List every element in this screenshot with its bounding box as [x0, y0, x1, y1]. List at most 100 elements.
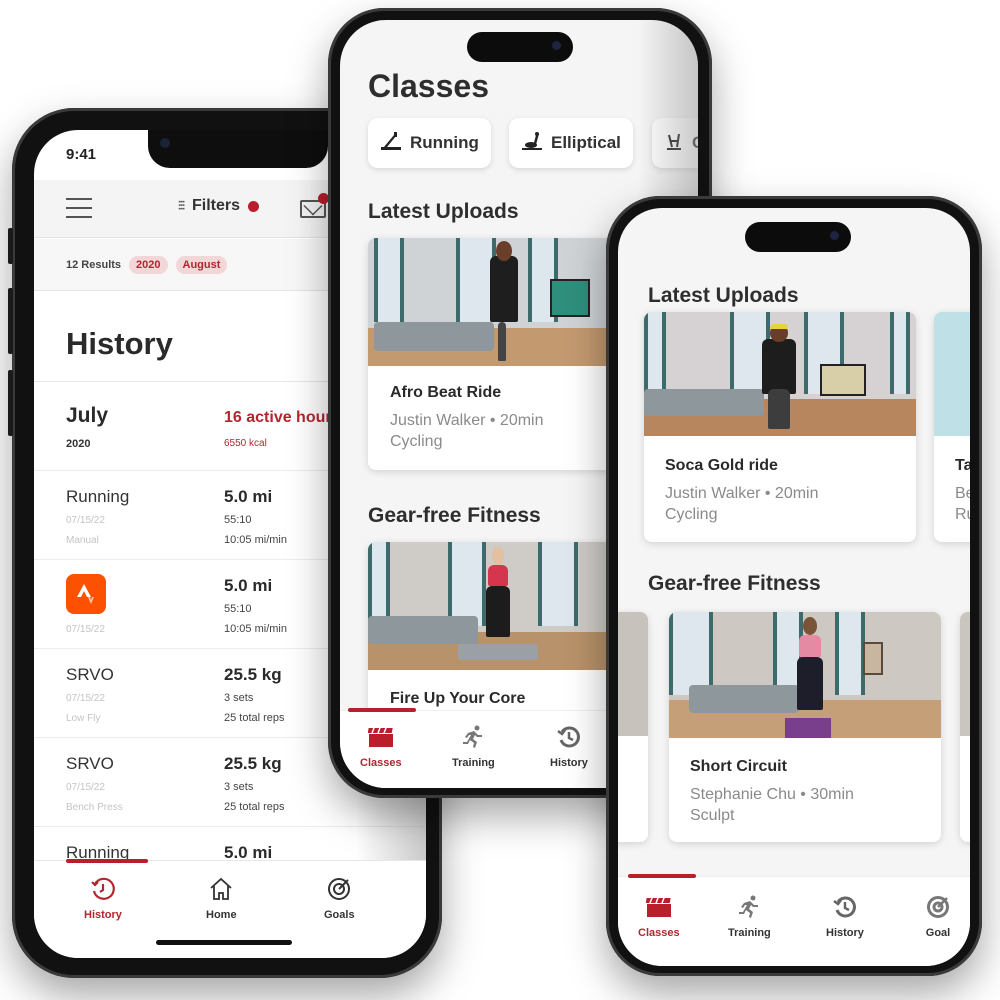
month-name: July: [66, 404, 109, 427]
class-card[interactable]: Soca Gold ride Justin Walker • 20min Cyc…: [644, 312, 916, 542]
activity-date: 07/15/22: [66, 515, 105, 526]
tab-label: History: [550, 757, 588, 769]
camera: [160, 138, 170, 148]
class-category: Ru: [955, 506, 970, 523]
class-category: Sculpt: [690, 807, 735, 824]
section-title: Latest Uploads: [368, 200, 519, 223]
class-card[interactable]: Ta Be Ru: [934, 312, 970, 542]
history-icon: [89, 875, 117, 903]
history-icon: [831, 893, 859, 921]
status-time: 9:41: [66, 146, 97, 163]
activity-note: Bench Press: [66, 802, 123, 813]
activity-pace: 10:05 mi/min: [224, 623, 287, 635]
activity-duration: 55:10: [224, 603, 252, 615]
tab-classes[interactable]: Classes: [638, 893, 680, 939]
class-thumbnail: [368, 542, 618, 670]
elliptical-icon: [521, 131, 543, 156]
activity-date: 07/15/22: [66, 782, 105, 793]
treadmill-icon: [380, 131, 402, 156]
class-thumbnail: [669, 612, 941, 738]
activity-name: SRVO: [66, 665, 114, 684]
activity-distance: 5.0 mi: [224, 487, 273, 506]
tab-training[interactable]: Training: [728, 893, 771, 939]
activity-name: SRVO: [66, 754, 114, 773]
category-label: Running: [410, 133, 479, 152]
volume-up-button: [8, 228, 13, 264]
class-title: Soca Gold ride: [665, 457, 778, 474]
class-thumbnail: [618, 612, 648, 736]
volume-down-button: [8, 288, 13, 354]
tab-history[interactable]: History: [826, 893, 864, 939]
class-category: Cycling: [390, 433, 443, 450]
dynamic-island: [745, 222, 851, 252]
filter-chip-year[interactable]: 2020: [129, 255, 168, 274]
target-icon: [924, 893, 952, 921]
kcal-total: 6550 kcal: [224, 438, 267, 449]
hamburger-icon[interactable]: [66, 198, 92, 218]
tab-label: Classes: [360, 757, 402, 769]
activity-distance: 5.0 mi: [224, 576, 273, 595]
activity-date: 07/15/22: [66, 624, 105, 635]
tab-label: Training: [728, 927, 771, 939]
history-icon: [555, 723, 583, 751]
tab-label: Goals: [324, 909, 355, 921]
class-meta: Be: [955, 485, 970, 502]
filters-button[interactable]: ⫶⫶⫶ Filters: [178, 197, 260, 215]
section-title: Gear-free Fitness: [648, 572, 821, 595]
tab-classes[interactable]: Classes: [360, 723, 402, 769]
class-card[interactable]: Afro Beat Ride Justin Walker • 20min Cyc…: [368, 238, 618, 470]
activity-date: 07/15/22: [66, 693, 105, 704]
tab-history[interactable]: History: [550, 723, 588, 769]
month-year: 2020: [66, 438, 91, 450]
activity-note: Low Fly: [66, 713, 101, 724]
filter-chip-month[interactable]: August: [175, 255, 228, 274]
tab-home[interactable]: Home: [206, 875, 237, 921]
activity-weight: 25.5 kg: [224, 665, 282, 684]
tab-goal[interactable]: Goal: [924, 893, 952, 939]
tab-training[interactable]: Training: [452, 723, 495, 769]
category-label: Elliptical: [551, 133, 621, 152]
dynamic-island: [467, 32, 573, 62]
classes-screen-secondary: Latest Uploads Soca Gold ride Justin Wal…: [618, 208, 970, 966]
activity-note: Manual: [66, 535, 99, 546]
category-cycling[interactable]: Cycling: [652, 118, 698, 168]
activity-name: Running: [66, 487, 130, 506]
category-running[interactable]: Running: [368, 118, 491, 168]
activity-weight: 25.5 kg: [224, 754, 282, 773]
notch: [148, 130, 328, 168]
strava-icon: [66, 574, 106, 614]
class-title: Afro Beat Ride: [390, 384, 502, 401]
class-card[interactable]: Short Circuit Stephanie Chu • 30min Scul…: [669, 612, 941, 842]
side-button: [8, 370, 13, 436]
clapperboard-icon: [645, 893, 673, 921]
section-title: Latest Uploads: [648, 284, 799, 307]
bottom-tab-bar: Classes Training History Goal: [618, 874, 970, 966]
filters-active-dot: [248, 200, 260, 212]
tab-label: Home: [206, 909, 237, 921]
activity-duration: 55:10: [224, 514, 252, 526]
tab-label: Goal: [925, 927, 951, 939]
bike-icon: [664, 131, 684, 156]
filters-label: Filters: [192, 197, 241, 214]
tab-label: Classes: [638, 927, 680, 939]
class-card[interactable]: [618, 612, 648, 842]
class-card[interactable]: [960, 612, 970, 842]
class-title: Fire Up Your Core: [390, 690, 526, 707]
classes-phone-secondary: Latest Uploads Soca Gold ride Justin Wal…: [606, 196, 982, 976]
results-count: 12 Results: [66, 258, 122, 271]
class-title: Ta: [955, 457, 970, 474]
category-elliptical[interactable]: Elliptical: [509, 118, 633, 168]
tab-label: History: [826, 927, 864, 939]
home-icon: [207, 875, 235, 903]
active-tab-indicator: [66, 859, 148, 863]
class-meta: Justin Walker • 20min: [665, 485, 819, 502]
class-thumbnail: [368, 238, 618, 366]
tab-goals[interactable]: Goals: [324, 875, 355, 921]
tab-history[interactable]: History: [84, 875, 122, 921]
page-title: History: [66, 326, 173, 361]
class-category: Cycling: [665, 506, 718, 523]
tab-label: History: [84, 909, 122, 921]
class-thumbnail: [644, 312, 916, 436]
class-meta: Stephanie Chu • 30min: [690, 786, 854, 803]
sliders-icon: ⫶⫶⫶: [178, 198, 185, 213]
